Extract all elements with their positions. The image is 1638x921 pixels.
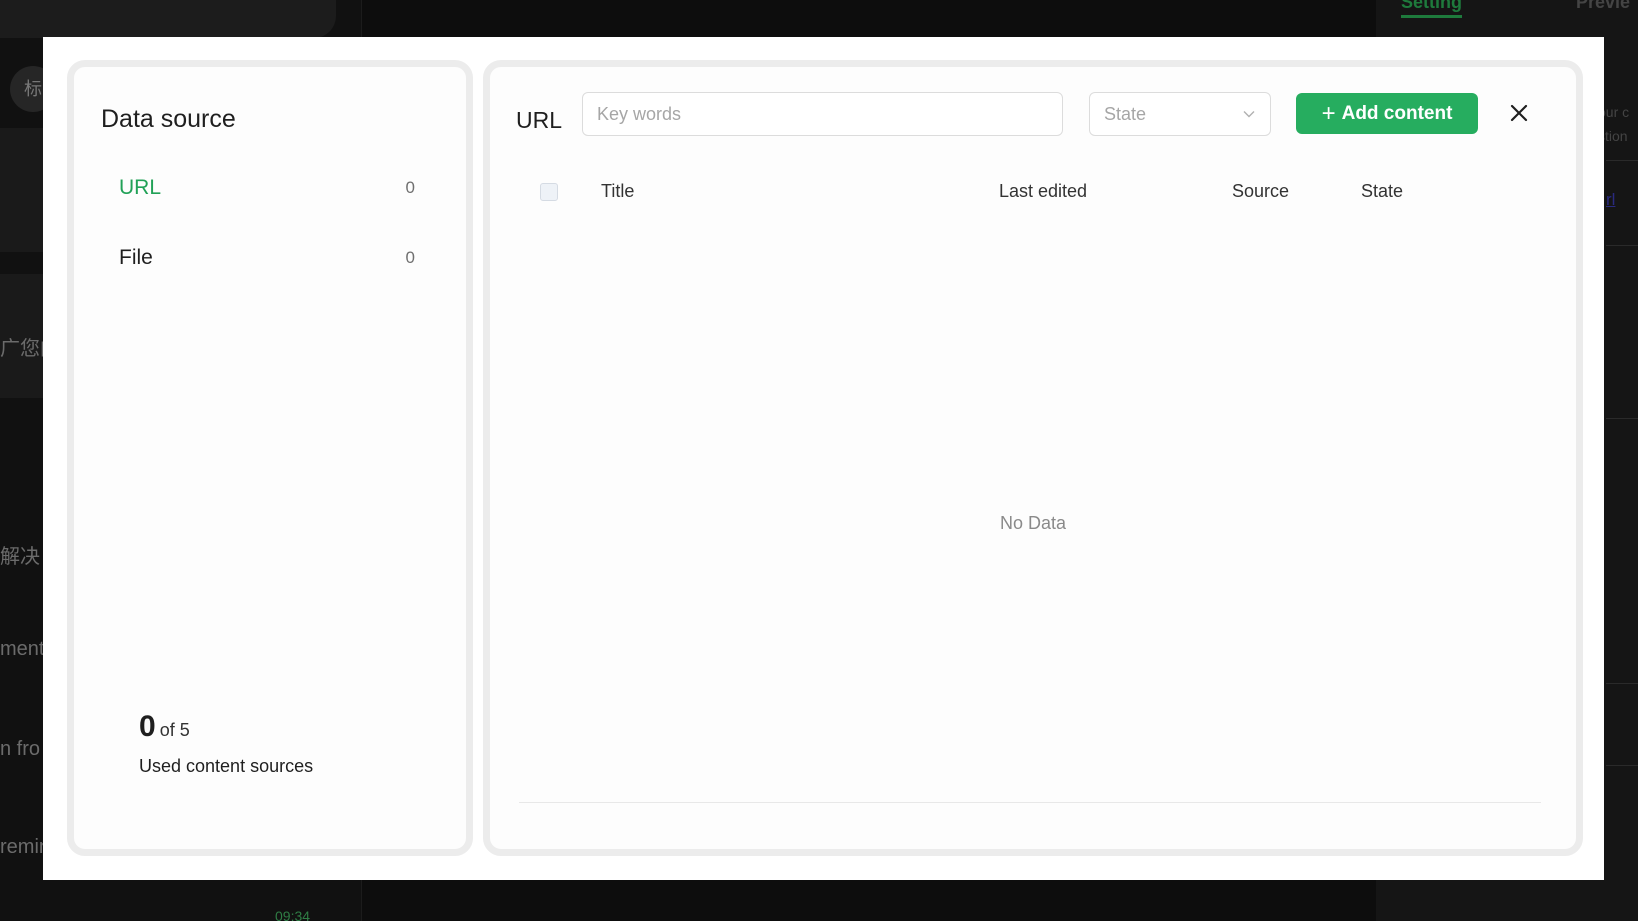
usage-caption: Used content sources — [139, 756, 314, 776]
column-header-source: Source — [1232, 181, 1290, 201]
content-panel: URL State + Add content Title Last edite… — [483, 60, 1583, 856]
sidebar-item-label: File — [119, 246, 153, 269]
sidebar-item-label: URL — [119, 176, 162, 199]
background-divider — [1606, 418, 1638, 419]
empty-state-text: No Data — [999, 513, 1067, 533]
table-header: Title Last edited Source State — [490, 177, 1576, 207]
background-tab-setting: Setting — [1401, 0, 1462, 18]
data-source-sidebar: Data source URL 0 File 0 0 of 5 Used cont… — [67, 60, 473, 856]
column-header-title: Title — [601, 181, 635, 201]
background-snippet: 解决 — [0, 546, 40, 568]
background-link: rl — [1606, 190, 1616, 209]
keywords-search-input[interactable] — [582, 92, 1063, 136]
usage-summary: 0 of 5 Used content sources — [139, 710, 313, 777]
add-content-button[interactable]: + Add content — [1296, 93, 1478, 134]
background-timestamp: 09:34 — [275, 908, 311, 921]
usage-used-count: 0 — [139, 710, 156, 743]
data-source-modal: Data source URL 0 File 0 0 of 5 Used cont… — [43, 37, 1604, 880]
column-header-last-edited: Last edited — [999, 181, 1088, 201]
background-topbar — [0, 0, 336, 38]
plus-icon: + — [1321, 99, 1336, 127]
sidebar-item-count: 0 — [405, 178, 415, 197]
sidebar-item-url[interactable]: URL 0 — [119, 173, 415, 203]
select-all-checkbox[interactable] — [540, 183, 558, 201]
background-divider — [1606, 160, 1638, 161]
background-tab-preview: Previe — [1576, 0, 1631, 12]
usage-total: of 5 — [159, 720, 190, 740]
sidebar-item-file[interactable]: File 0 — [119, 243, 415, 273]
state-select-placeholder: State — [1104, 103, 1147, 124]
content-panel-title: URL — [516, 107, 563, 133]
state-filter-select[interactable]: State — [1089, 92, 1271, 136]
chevron-down-icon — [1243, 111, 1255, 118]
background-snippet: ment — [0, 638, 45, 660]
background-divider — [1606, 683, 1638, 684]
background-divider — [1606, 765, 1638, 766]
close-icon[interactable] — [1508, 102, 1530, 124]
background-snippet: n fro — [0, 738, 41, 760]
table-bottom-divider — [519, 802, 1541, 803]
background-divider — [1606, 245, 1638, 246]
column-header-state: State — [1361, 181, 1404, 201]
add-content-label: Add content — [1341, 102, 1453, 124]
sidebar-item-count: 0 — [405, 248, 415, 267]
sidebar-title: Data source — [101, 105, 236, 133]
